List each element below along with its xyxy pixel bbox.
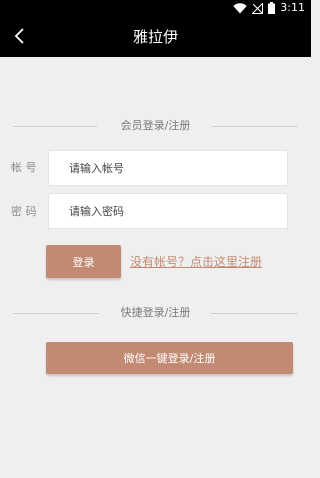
quick-login-heading: 快捷登录/注册 [120,306,191,319]
account-input[interactable] [48,150,288,186]
quick-login-divider: 快捷登录/注册 [13,305,298,321]
password-label: 密 码 [11,205,37,218]
member-login-divider: 会员登录/注册 [13,118,298,134]
wifi-icon [233,2,247,13]
signal-off-icon [252,2,264,14]
member-login-heading: 会员登录/注册 [120,119,191,132]
title-bar: 雅拉伊 [0,16,311,57]
account-label: 帐 号 [11,161,37,174]
page-title: 雅拉伊 [132,28,178,46]
battery-icon [268,2,276,14]
register-link[interactable]: 没有帐号？点击这里注册 [130,254,262,270]
status-icons: 3:11 [233,1,305,15]
password-input[interactable] [48,193,288,229]
status-time: 3:11 [280,1,305,14]
login-button[interactable]: 登录 [46,245,121,278]
status-bar: 3:11 [0,0,311,16]
wechat-login-button[interactable]: 微信一键登录/注册 [46,342,293,374]
